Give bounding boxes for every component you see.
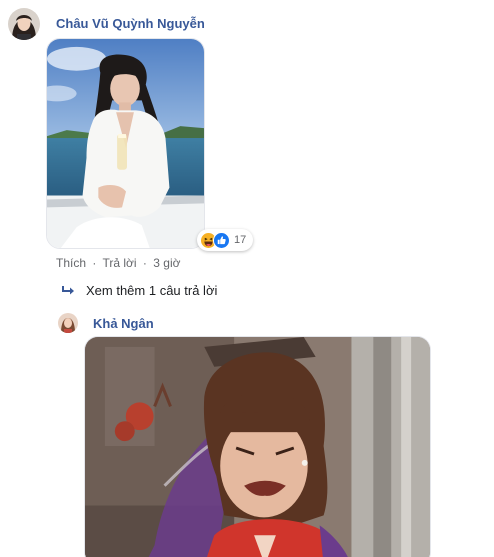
comment-actions: Thích · Trả lời · 3 giờ (56, 256, 180, 270)
comment-timestamp[interactable]: 3 giờ (153, 256, 180, 270)
separator: · (142, 256, 147, 270)
view-more-replies-link[interactable]: Xem thêm 1 câu trả lời (62, 283, 217, 298)
separator: · (92, 256, 97, 270)
like-action[interactable]: Thích (56, 256, 86, 270)
comment-photo[interactable] (46, 38, 205, 249)
comment-author-name[interactable]: Châu Vũ Quỳnh Nguyễn (56, 16, 205, 31)
reactions-summary[interactable]: 17 (197, 229, 254, 251)
commenter-avatar[interactable] (8, 8, 40, 40)
like-icon (213, 231, 230, 249)
reply-author-name[interactable]: Khả Ngân (93, 316, 154, 331)
view-more-replies-label: Xem thêm 1 câu trả lời (86, 283, 218, 298)
reply-gif[interactable] (84, 336, 431, 557)
reply-arrow-icon (62, 285, 74, 294)
reaction-count: 17 (234, 234, 247, 246)
reply-avatar[interactable] (58, 313, 78, 333)
reply-action[interactable]: Trả lời (102, 256, 136, 270)
